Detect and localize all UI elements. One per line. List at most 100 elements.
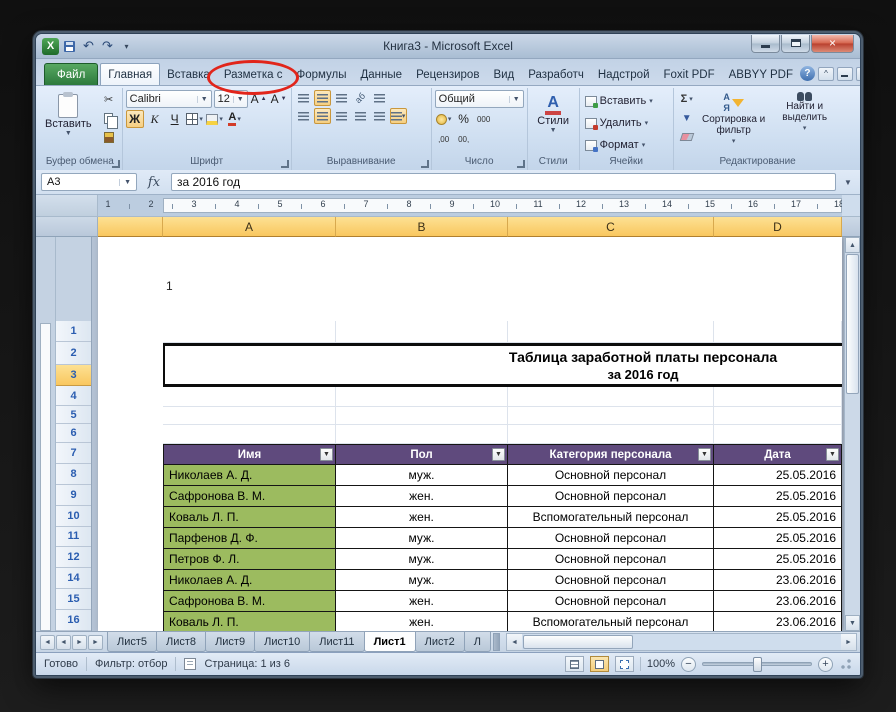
first-sheet-button[interactable]: ◄ bbox=[40, 634, 55, 650]
cell-category[interactable]: Основной персонал bbox=[508, 486, 714, 507]
empty-cell[interactable] bbox=[336, 387, 508, 407]
table-header-cell[interactable]: Дата ▼ bbox=[714, 444, 842, 465]
paste-button[interactable]: Вставить ▼ bbox=[41, 90, 96, 156]
merge-center-button[interactable]: ▾ bbox=[389, 108, 407, 124]
cell-gender[interactable]: муж. bbox=[336, 570, 508, 591]
empty-cell[interactable] bbox=[163, 321, 336, 343]
align-bottom-button[interactable] bbox=[333, 90, 350, 106]
delete-cells-button[interactable]: Удалить ▾ bbox=[583, 114, 670, 133]
align-middle-button[interactable] bbox=[313, 90, 331, 106]
cell-date[interactable]: 25.05.2016 bbox=[714, 486, 842, 507]
row-header-9[interactable]: 9 bbox=[56, 484, 91, 506]
align-top-button[interactable] bbox=[295, 90, 312, 106]
workbook-restore-button[interactable] bbox=[855, 66, 860, 81]
tab-file[interactable]: Файл bbox=[44, 63, 99, 85]
tab-split-handle[interactable] bbox=[492, 633, 500, 651]
tab-5[interactable]: Рецензиров bbox=[409, 64, 486, 85]
zoom-out-button[interactable]: − bbox=[681, 656, 696, 672]
tab-1[interactable]: Вставка bbox=[160, 64, 217, 85]
font-size-select[interactable]: 12 ▼ bbox=[213, 90, 248, 108]
autosum-button[interactable]: Σ ▾ bbox=[677, 90, 697, 108]
cell-category[interactable]: Основной персонал bbox=[508, 465, 714, 486]
cell-name[interactable]: Сафронова В. М. bbox=[163, 486, 336, 507]
redo-button[interactable]: ↷ bbox=[99, 38, 116, 55]
row-header-1[interactable]: 1 bbox=[56, 320, 91, 343]
increase-indent-button[interactable] bbox=[371, 108, 388, 124]
cell-date[interactable]: 25.05.2016 bbox=[714, 549, 842, 570]
styles-button[interactable]: А Стили ▼ bbox=[533, 90, 573, 156]
dialog-launcher-icon[interactable] bbox=[420, 160, 429, 168]
cell-date[interactable]: 25.05.2016 bbox=[714, 528, 842, 549]
row-header-7[interactable]: 7 bbox=[56, 442, 91, 464]
cell-date[interactable]: 23.06.2016 bbox=[714, 591, 842, 612]
align-center-button[interactable] bbox=[313, 108, 331, 124]
empty-cell[interactable] bbox=[163, 425, 336, 444]
sheet-tab-Лист11[interactable]: Лист11 bbox=[309, 632, 365, 652]
row-header-16[interactable]: 16 bbox=[56, 610, 91, 631]
cell-category[interactable]: Основной персонал bbox=[508, 591, 714, 612]
cell-gender[interactable]: муж. bbox=[336, 465, 508, 486]
row-header-6[interactable]: 6 bbox=[56, 424, 91, 443]
horizontal-scrollbar-thumb[interactable] bbox=[522, 635, 633, 649]
sheet-tab-Лист9[interactable]: Лист9 bbox=[205, 632, 256, 652]
currency-format-button[interactable]: ▾ bbox=[435, 110, 453, 128]
cell-gender[interactable]: жен. bbox=[336, 591, 508, 612]
row-header-8[interactable]: 8 bbox=[56, 463, 91, 485]
tab-8[interactable]: Надстрой bbox=[591, 64, 657, 85]
tab-6[interactable]: Вид bbox=[486, 64, 521, 85]
row-header-11[interactable]: 11 bbox=[56, 526, 91, 548]
insert-function-button[interactable]: fx bbox=[142, 173, 166, 191]
view-page-layout-button[interactable] bbox=[589, 656, 609, 672]
filter-button[interactable]: ▼ bbox=[826, 448, 839, 461]
cell-name[interactable]: Петров Ф. Л. bbox=[163, 549, 336, 570]
clear-button[interactable] bbox=[677, 128, 697, 146]
filter-button[interactable]: ▼ bbox=[320, 448, 333, 461]
number-format-select[interactable]: Общий ▼ bbox=[434, 90, 524, 108]
prev-sheet-button[interactable]: ◄ bbox=[56, 634, 71, 650]
percent-format-button[interactable]: % bbox=[455, 110, 473, 128]
zoom-slider[interactable] bbox=[702, 657, 812, 672]
formula-input[interactable]: за 2016 год bbox=[171, 173, 836, 191]
find-select-button[interactable]: Найти и выделить ▾ bbox=[771, 90, 839, 156]
shrink-font-button[interactable]: А bbox=[270, 90, 288, 108]
cell-name[interactable]: Коваль Л. П. bbox=[163, 612, 336, 631]
cell-name[interactable]: Николаев А. Д. bbox=[163, 570, 336, 591]
tab-2[interactable]: Разметка с bbox=[206, 60, 300, 95]
empty-cell[interactable] bbox=[508, 425, 714, 444]
minimize-button[interactable] bbox=[751, 34, 780, 53]
row-header-10[interactable]: 10 bbox=[56, 505, 91, 527]
orientation-button[interactable]: аб bbox=[352, 90, 369, 106]
align-right-button[interactable] bbox=[333, 108, 350, 124]
empty-cell[interactable] bbox=[336, 407, 508, 425]
font-family-select[interactable]: Calibri ▼ bbox=[125, 90, 212, 108]
cell-gender[interactable]: муж. bbox=[336, 549, 508, 570]
font-color-button[interactable]: А ▾ bbox=[226, 110, 244, 128]
format-painter-button[interactable] bbox=[99, 128, 119, 146]
dialog-launcher-icon[interactable] bbox=[516, 160, 525, 168]
cell-date[interactable]: 23.06.2016 bbox=[714, 570, 842, 591]
workbook-minimize-button[interactable] bbox=[836, 66, 853, 81]
row-header-2[interactable]: 2 bbox=[56, 342, 91, 366]
align-left-button[interactable] bbox=[295, 108, 312, 124]
filter-button[interactable]: ▼ bbox=[492, 448, 505, 461]
tab-9[interactable]: Foxit PDF bbox=[657, 64, 722, 85]
format-cells-button[interactable]: Формат ▾ bbox=[583, 136, 670, 155]
cell-name[interactable]: Коваль Л. П. bbox=[163, 507, 336, 528]
horizontal-scrollbar[interactable]: ◄ ► bbox=[505, 633, 857, 651]
page-indicator-icon[interactable] bbox=[184, 658, 197, 670]
cell-gender[interactable]: муж. bbox=[336, 528, 508, 549]
empty-cell[interactable] bbox=[714, 425, 842, 444]
row-header-14[interactable]: 14 bbox=[56, 568, 91, 590]
name-box[interactable]: A3 ▼ bbox=[41, 173, 137, 191]
zoom-in-button[interactable]: + bbox=[818, 656, 833, 672]
cell-name[interactable]: Николаев А. Д. bbox=[163, 465, 336, 486]
row-header-12[interactable]: 12 bbox=[56, 547, 91, 569]
empty-cell[interactable] bbox=[714, 321, 842, 343]
column-header-C[interactable]: C bbox=[508, 217, 714, 237]
paste-dropdown-icon[interactable]: ▼ bbox=[65, 130, 72, 137]
filter-button[interactable]: ▼ bbox=[698, 448, 711, 461]
underline-button[interactable]: Ч bbox=[166, 110, 184, 128]
table-header-cell[interactable]: Категория персонала ▼ bbox=[508, 444, 714, 465]
cell-name[interactable]: Парфенов Д. Ф. bbox=[163, 528, 336, 549]
close-button[interactable]: × bbox=[811, 34, 854, 53]
